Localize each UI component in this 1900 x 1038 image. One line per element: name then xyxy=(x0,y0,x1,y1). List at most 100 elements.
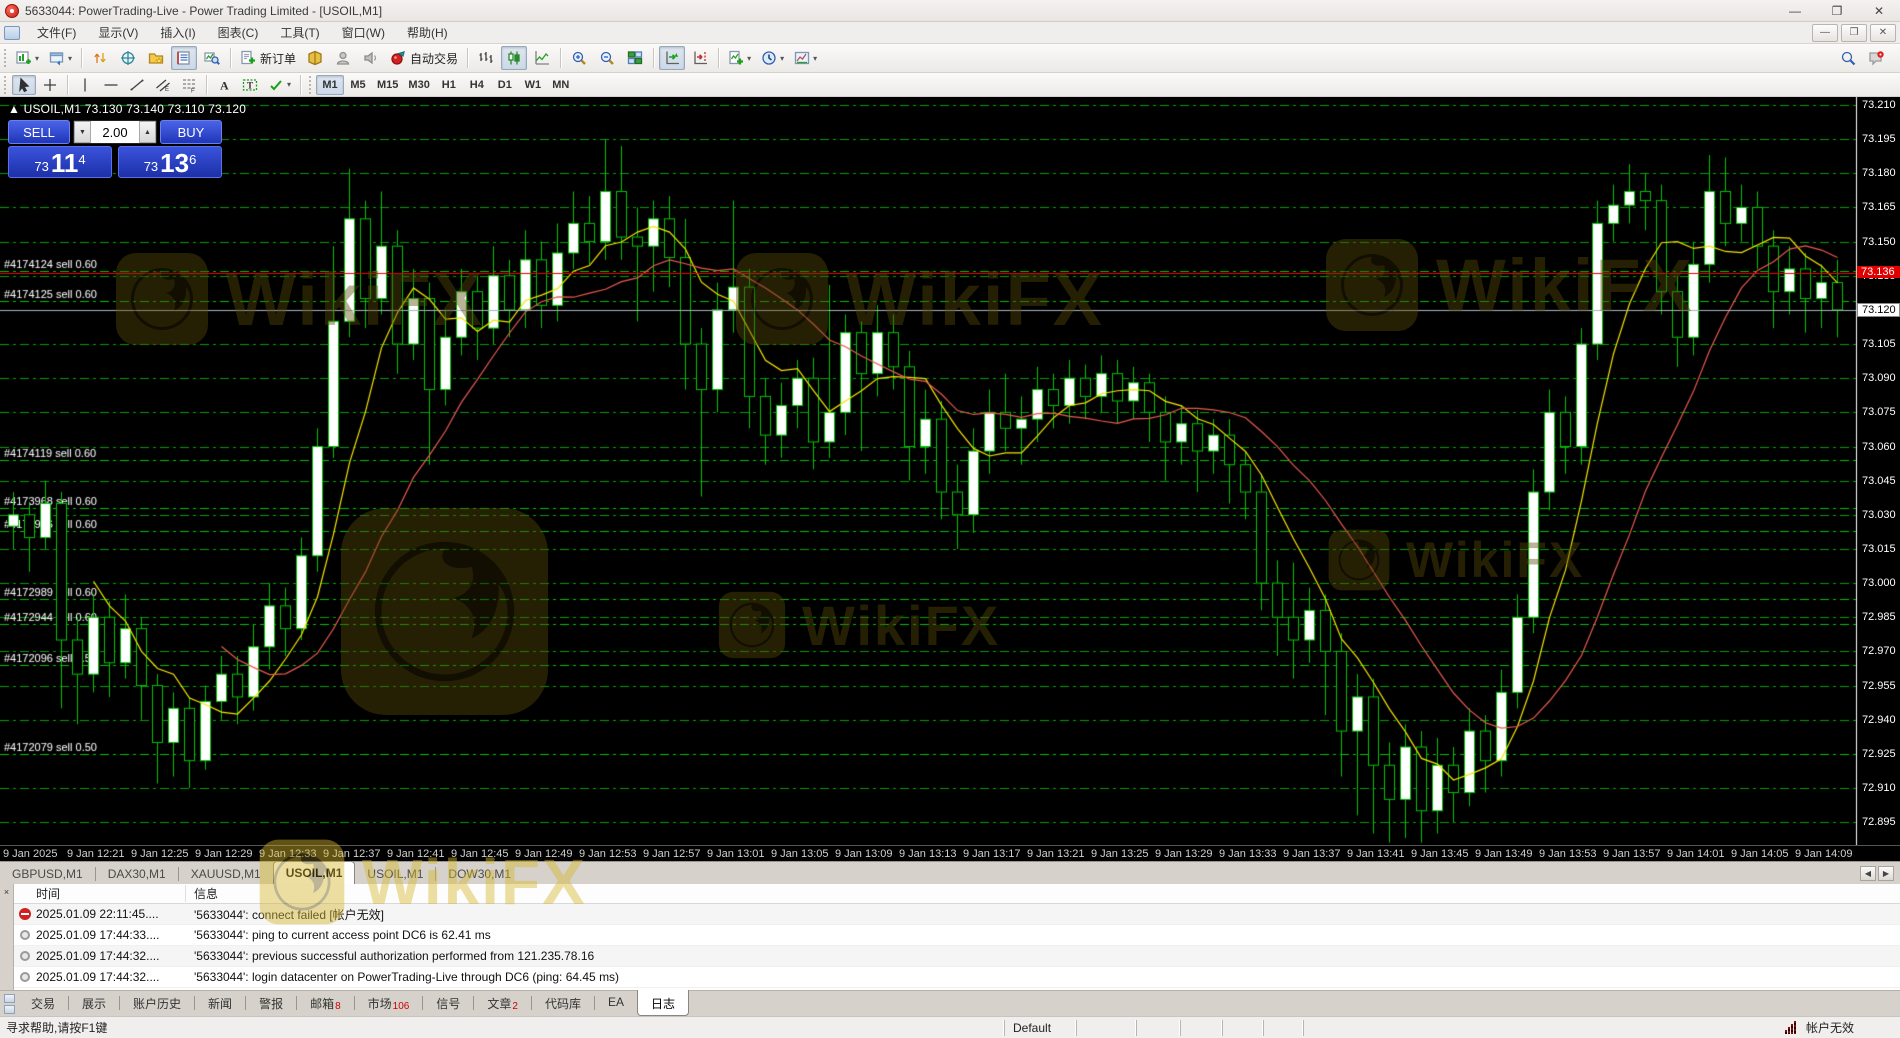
new-chart-dropdown-icon[interactable]: ▾ xyxy=(35,54,39,63)
timeframe-m15-button[interactable]: M15 xyxy=(372,75,403,95)
notifications-icon[interactable] xyxy=(1863,46,1889,70)
menu-item-6[interactable]: 帮助(H) xyxy=(396,23,459,43)
chart-tab-usoil-m1[interactable]: USOIL,M1 xyxy=(355,864,435,884)
terminal-tab-市场[interactable]: 市场106 xyxy=(355,991,423,1014)
data-window-button[interactable] xyxy=(115,46,141,70)
navigator-button[interactable] xyxy=(143,46,169,70)
menu-item-2[interactable]: 插入(I) xyxy=(149,23,206,43)
text-button[interactable]: A xyxy=(212,75,236,95)
chart-tab-gbpusd-m1[interactable]: GBPUSD,M1 xyxy=(0,864,95,884)
terminal-button[interactable] xyxy=(171,46,197,70)
menu-item-0[interactable]: 文件(F) xyxy=(26,23,87,43)
menu-item-4[interactable]: 工具(T) xyxy=(269,23,330,43)
chart-ohlc-header[interactable]: ▲ USOIL,M1 73.130 73.140 73.110 73.120 xyxy=(8,102,246,116)
tile-windows-button[interactable] xyxy=(622,46,648,70)
metaeditor-button[interactable] xyxy=(302,46,328,70)
horizontal-line-button[interactable] xyxy=(99,75,123,95)
menu-item-1[interactable]: 显示(V) xyxy=(87,23,149,43)
search-icon[interactable] xyxy=(1835,46,1861,70)
market-watch-button[interactable] xyxy=(87,46,113,70)
indicators-button[interactable]: ▾ xyxy=(724,46,755,70)
timeframe-d1-button[interactable]: D1 xyxy=(491,75,519,95)
menu-item-5[interactable]: 窗口(W) xyxy=(331,23,396,43)
volume-up-button[interactable]: ▲ xyxy=(139,121,156,143)
terminal-tab-ea[interactable]: EA xyxy=(595,991,637,1014)
terminal-tab-账户历史[interactable]: 账户历史 xyxy=(120,991,194,1014)
terminal-tab-文章[interactable]: 文章2 xyxy=(474,991,531,1014)
profiles-dropdown-icon[interactable]: ▾ xyxy=(68,54,72,63)
chart-shift-button[interactable] xyxy=(687,46,713,70)
profiles-button[interactable]: ▾ xyxy=(45,46,76,70)
chart-tab-usoil-m1[interactable]: USOIL,M1 xyxy=(273,861,356,884)
terminal-tab-信号[interactable]: 信号 xyxy=(423,991,473,1014)
status-connection[interactable]: 帐户无效 xyxy=(1785,1019,1900,1036)
time-axis[interactable]: 9 Jan 20259 Jan 12:219 Jan 12:259 Jan 12… xyxy=(0,845,1900,861)
volume-down-button[interactable]: ▼ xyxy=(74,121,91,143)
templates-dropdown-icon[interactable]: ▾ xyxy=(813,54,817,63)
child-minimize-button[interactable]: — xyxy=(1812,24,1838,42)
chart-candles-button[interactable] xyxy=(501,46,527,70)
buy-button[interactable]: BUY xyxy=(160,120,222,144)
fibonacci-button[interactable]: F xyxy=(177,75,201,95)
crosshair-button[interactable] xyxy=(38,75,62,95)
terminal-dock-icon[interactable] xyxy=(0,991,18,1017)
arrows-dropdown-icon[interactable]: ▾ xyxy=(287,80,291,89)
restore-button[interactable]: ❐ xyxy=(1816,0,1858,21)
sell-price-display[interactable]: 73 11 4 xyxy=(8,146,112,178)
text-label-button[interactable]: T xyxy=(238,75,262,95)
close-button[interactable]: ✕ xyxy=(1858,0,1900,21)
zoom-in-button[interactable] xyxy=(566,46,592,70)
terminal-tab-代码库[interactable]: 代码库 xyxy=(532,991,594,1014)
indicators-dropdown-icon[interactable]: ▾ xyxy=(747,54,751,63)
chart-line-button[interactable] xyxy=(529,46,555,70)
autotrading-button[interactable]: 自动交易 xyxy=(386,46,462,70)
equidistant-channel-button[interactable]: E xyxy=(151,75,175,95)
timeframe-h4-button[interactable]: H4 xyxy=(463,75,491,95)
timeframe-w1-button[interactable]: W1 xyxy=(519,75,547,95)
chart-bars-button[interactable] xyxy=(473,46,499,70)
price-axis[interactable]: 73.21073.19573.18073.16573.15073.13573.1… xyxy=(1857,97,1900,845)
terminal-tab-交易[interactable]: 交易 xyxy=(18,991,68,1014)
journal-column-message[interactable]: 信息 xyxy=(186,885,218,902)
child-close-button[interactable]: ✕ xyxy=(1870,24,1896,42)
price-chart[interactable] xyxy=(0,97,1900,845)
terminal-tab-日志[interactable]: 日志 xyxy=(637,990,689,1016)
chart-tab-dax30-m1[interactable]: DAX30,M1 xyxy=(96,864,178,884)
minimize-button[interactable]: — xyxy=(1774,0,1816,21)
trend-line-button[interactable] xyxy=(125,75,149,95)
menu-item-3[interactable]: 图表(C) xyxy=(207,23,270,43)
periods-button[interactable]: ▾ xyxy=(757,46,788,70)
terminal-close-icon[interactable]: × xyxy=(1,886,12,897)
periods-dropdown-icon[interactable]: ▾ xyxy=(780,54,784,63)
timeframe-mn-button[interactable]: MN xyxy=(547,75,575,95)
tab-scroll-left-icon[interactable]: ◀ xyxy=(1860,866,1876,881)
cursor-button[interactable] xyxy=(12,75,36,95)
journal-column-time[interactable]: 时间 xyxy=(14,885,186,902)
chart-tab-dow30-m1[interactable]: DOW30,M1 xyxy=(436,864,523,884)
tab-scroll-right-icon[interactable]: ▶ xyxy=(1878,866,1894,881)
status-profile[interactable]: Default xyxy=(1004,1020,1076,1036)
volume-input[interactable]: 2.00 xyxy=(91,121,139,143)
news-button[interactable] xyxy=(358,46,384,70)
timeframe-h1-button[interactable]: H1 xyxy=(435,75,463,95)
zoom-out-button[interactable] xyxy=(594,46,620,70)
terminal-tab-警报[interactable]: 警报 xyxy=(246,991,296,1014)
journal-row[interactable]: 2025.01.09 22:11:45....'5633044': connec… xyxy=(14,904,1900,925)
arrows-button[interactable]: ▾ xyxy=(264,75,295,95)
vertical-line-button[interactable] xyxy=(73,75,97,95)
terminal-tab-展示[interactable]: 展示 xyxy=(69,991,119,1014)
community-button[interactable] xyxy=(330,46,356,70)
new-order-button[interactable]: 新订单 xyxy=(236,46,300,70)
buy-price-display[interactable]: 73 13 6 xyxy=(118,146,222,178)
terminal-tab-新闻[interactable]: 新闻 xyxy=(195,991,245,1014)
journal-row[interactable]: 2025.01.09 17:44:32....'5633044': previo… xyxy=(14,946,1900,967)
timeframe-m1-button[interactable]: M1 xyxy=(316,75,344,95)
strategy-tester-button[interactable] xyxy=(199,46,225,70)
timeframe-m30-button[interactable]: M30 xyxy=(403,75,434,95)
auto-scroll-button[interactable] xyxy=(659,46,685,70)
templates-button[interactable]: ▾ xyxy=(790,46,821,70)
child-restore-button[interactable]: ❐ xyxy=(1841,24,1867,42)
journal-row[interactable]: 2025.01.09 17:44:33....'5633044': ping t… xyxy=(14,925,1900,946)
journal-row[interactable]: 2025.01.09 17:44:32....'5633044': login … xyxy=(14,967,1900,988)
terminal-tab-邮箱[interactable]: 邮箱8 xyxy=(297,991,354,1014)
